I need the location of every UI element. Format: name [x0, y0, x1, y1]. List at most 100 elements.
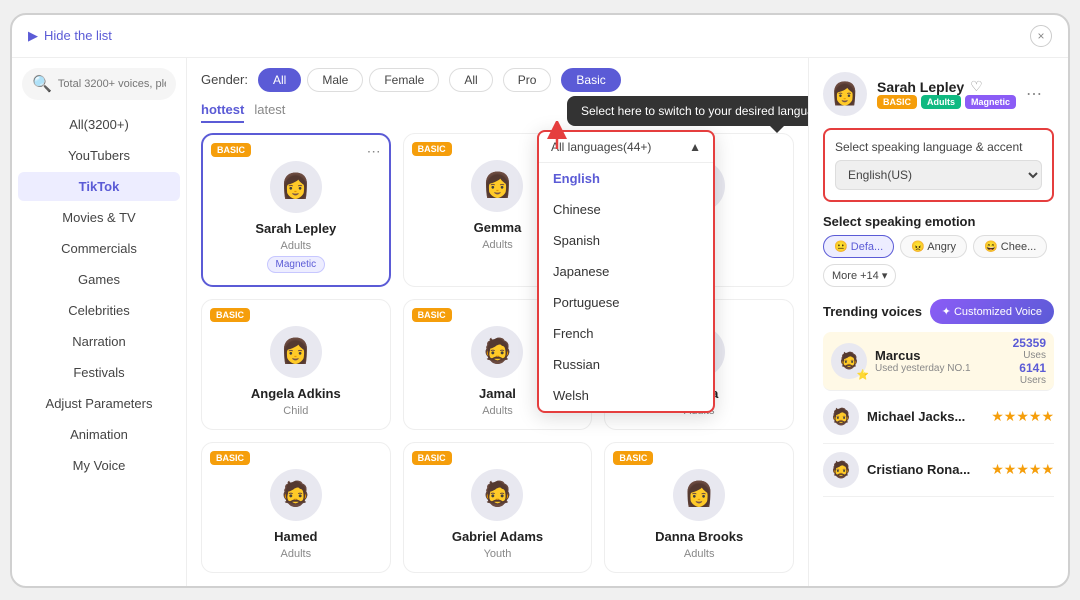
heart-icon[interactable]: ♡ — [970, 78, 983, 95]
lang-option-french[interactable]: French — [539, 318, 713, 349]
trending-name: Michael Jacks... — [867, 409, 965, 424]
trending-stars: ★★★★★ — [991, 408, 1054, 426]
sidebar-item-games[interactable]: Games — [18, 265, 180, 294]
sidebar: 🔍 All(3200+) YouTubers TikTok Movies & T… — [12, 58, 187, 586]
emotion-cheerful-btn[interactable]: 😄 Chee... — [973, 235, 1047, 258]
basic-badge: BASIC — [412, 451, 452, 465]
avatar: 👩 — [270, 326, 322, 378]
emotion-section: Select speaking emotion 😐 Defa... 😠 Angr… — [823, 214, 1054, 287]
chevron-up-icon: ▲ — [689, 140, 701, 154]
main-container: ▶ Hide the list × 🔍 All(3200+) YouTubers… — [10, 13, 1070, 588]
lang-accent-title: Select speaking language & accent — [835, 140, 1042, 154]
gender-male-btn[interactable]: Male — [307, 68, 363, 92]
hide-list-label: Hide the list — [44, 28, 112, 43]
trending-stats: 25359 Uses 6141 Users — [1013, 336, 1046, 386]
trending-sub: Used yesterday NO.1 — [875, 363, 971, 374]
badges-row: BASIC Adults Magnetic — [877, 95, 1016, 109]
avatar: 🧔 — [270, 469, 322, 521]
tab-latest[interactable]: latest — [254, 102, 285, 123]
trending-label: Uses — [1013, 350, 1046, 361]
lang-option-english[interactable]: English — [539, 163, 713, 194]
right-panel: 👩 Sarah Lepley ♡ BASIC Adults Magnetic ⋯ — [808, 58, 1068, 586]
trending-stars: ★★★★★ — [991, 461, 1054, 479]
voice-card-gabriel-adams[interactable]: BASIC 🧔 Gabriel Adams Youth — [403, 442, 593, 573]
sidebar-item-movies-tv[interactable]: Movies & TV — [18, 203, 180, 232]
voice-card-danna-brooks[interactable]: BASIC 👩 Danna Brooks Adults — [604, 442, 794, 573]
selected-voice-name: Sarah Lepley — [877, 79, 964, 95]
voice-name: Hamed — [274, 529, 317, 544]
sidebar-item-animation[interactable]: Animation — [18, 420, 180, 449]
sidebar-item-narration[interactable]: Narration — [18, 327, 180, 356]
trending-section: Trending voices ✦ Customized Voice 🧔 ⭐ M… — [823, 299, 1054, 497]
gender-all-btn[interactable]: All — [258, 68, 301, 92]
basic-badge: BASIC — [613, 451, 653, 465]
voice-type: Youth — [484, 548, 512, 560]
star-rating: ★★★★★ — [991, 461, 1054, 477]
voice-card-hamed[interactable]: BASIC 🧔 Hamed Adults — [201, 442, 391, 573]
trending-name: Marcus — [875, 348, 971, 363]
voice-name: Danna Brooks — [655, 529, 743, 544]
voice-type: Adults — [281, 548, 312, 560]
tooltip-text: Select here to switch to your desired la… — [581, 104, 808, 118]
type-pro-btn[interactable]: Pro — [503, 68, 552, 92]
voice-type: Adults — [482, 405, 513, 417]
more-emotions-btn[interactable]: More +14 ▾ — [823, 264, 896, 287]
sidebar-item-festivals[interactable]: Festivals — [18, 358, 180, 387]
selected-voice-info: Sarah Lepley ♡ BASIC Adults Magnetic — [877, 78, 1016, 109]
voice-card-sarah-lepley[interactable]: BASIC ⋯ 👩 Sarah Lepley Adults Magnetic — [201, 133, 391, 287]
sidebar-item-youtubers[interactable]: YouTubers — [18, 141, 180, 170]
star-rating: ★★★★★ — [991, 408, 1054, 424]
trending-title: Trending voices — [823, 304, 922, 319]
lang-option-russian[interactable]: Russian — [539, 349, 713, 380]
trending-item-cristiano[interactable]: 🧔 Cristiano Rona... ★★★★★ — [823, 444, 1054, 497]
voice-tag: Magnetic — [267, 256, 326, 273]
lang-option-welsh[interactable]: Welsh — [539, 380, 713, 411]
chevron-left-icon: ▶ — [28, 28, 38, 44]
type-basic-btn[interactable]: Basic — [561, 68, 620, 92]
search-input[interactable] — [58, 78, 166, 90]
trending-avatar: 🧔 — [823, 452, 859, 488]
avatar: 👩 — [471, 160, 523, 212]
main-content: Gender: All Male Female All Pro Basic ho… — [187, 58, 808, 586]
voice-type: Child — [283, 405, 308, 417]
lang-option-portuguese[interactable]: Portuguese — [539, 287, 713, 318]
language-dropdown: All languages(44+) ▲ English Chinese Spa… — [537, 130, 715, 413]
basic-badge: BASIC — [412, 142, 452, 156]
more-options-icon[interactable]: ⋯ — [367, 143, 381, 160]
trending-item-michael[interactable]: 🧔 Michael Jacks... ★★★★★ — [823, 391, 1054, 444]
type-all-btn[interactable]: All — [449, 68, 492, 92]
selected-voice-header: 👩 Sarah Lepley ♡ BASIC Adults Magnetic ⋯ — [823, 72, 1054, 116]
trending-users-label: Users — [1013, 375, 1046, 386]
basic-badge: BASIC — [412, 308, 452, 322]
badge-adults: Adults — [921, 95, 961, 109]
emotion-default-btn[interactable]: 😐 Defa... — [823, 235, 894, 258]
sidebar-item-tiktok[interactable]: TikTok — [18, 172, 180, 201]
more-options-dots[interactable]: ⋯ — [1026, 84, 1042, 104]
trending-users: 6141 — [1013, 361, 1046, 375]
basic-badge: BASIC — [210, 451, 250, 465]
badge-basic: BASIC — [877, 95, 917, 109]
hide-list-button[interactable]: ▶ Hide the list — [28, 28, 112, 44]
search-bar: 🔍 — [22, 68, 176, 100]
sidebar-item-my-voice[interactable]: My Voice — [18, 451, 180, 480]
avatar: 🧔 — [471, 469, 523, 521]
trending-item-marcus[interactable]: 🧔 ⭐ Marcus Used yesterday NO.1 25359 Use… — [823, 332, 1054, 391]
trending-avatar: 🧔 — [823, 399, 859, 435]
voice-card-angela-adkins[interactable]: BASIC 👩 Angela Adkins Child — [201, 299, 391, 430]
close-button[interactable]: × — [1030, 25, 1052, 47]
voice-name: Gabriel Adams — [452, 529, 543, 544]
tab-hottest[interactable]: hottest — [201, 102, 244, 123]
sidebar-item-commercials[interactable]: Commercials — [18, 234, 180, 263]
sidebar-item-adjust-params[interactable]: Adjust Parameters — [18, 389, 180, 418]
gender-filter-group: All Male Female — [258, 68, 439, 92]
lang-accent-select[interactable]: English(US) — [835, 160, 1042, 190]
lang-option-chinese[interactable]: Chinese — [539, 194, 713, 225]
lang-option-japanese[interactable]: Japanese — [539, 256, 713, 287]
voice-type: Adults — [482, 239, 513, 251]
lang-option-spanish[interactable]: Spanish — [539, 225, 713, 256]
sidebar-item-all[interactable]: All(3200+) — [18, 110, 180, 139]
emotion-angry-btn[interactable]: 😠 Angry — [900, 235, 967, 258]
sidebar-item-celebrities[interactable]: Celebrities — [18, 296, 180, 325]
customized-voice-btn[interactable]: ✦ Customized Voice — [930, 299, 1054, 324]
gender-female-btn[interactable]: Female — [369, 68, 439, 92]
